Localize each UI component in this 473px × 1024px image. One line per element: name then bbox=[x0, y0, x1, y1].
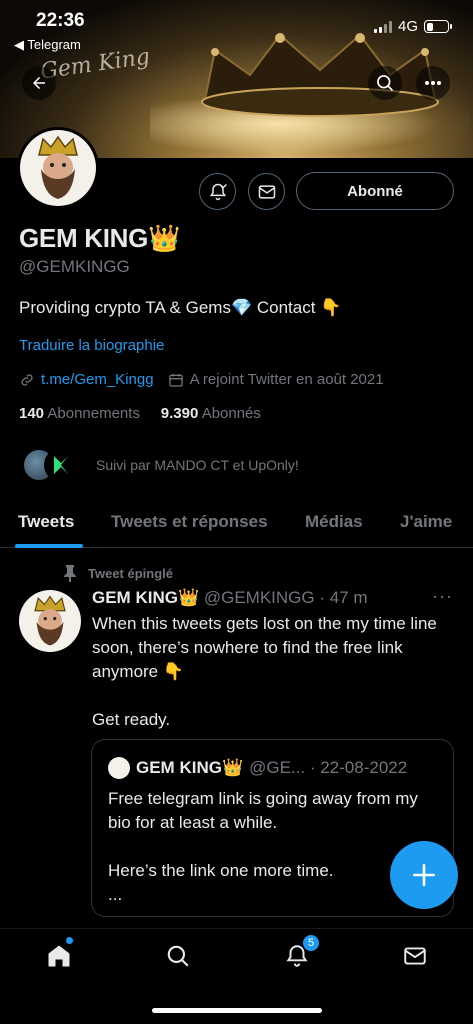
search-icon bbox=[377, 75, 394, 92]
profile-link[interactable]: t.me/Gem_Kingg bbox=[41, 371, 154, 388]
joined-date: A rejoint Twitter en août 2021 bbox=[189, 371, 384, 388]
tweet-more-icon[interactable]: ··· bbox=[432, 586, 453, 607]
nav-home[interactable] bbox=[44, 941, 74, 971]
notifications-toggle-button[interactable] bbox=[199, 173, 236, 210]
following-stat[interactable]: 140 Abonnements bbox=[19, 405, 140, 422]
followers-label: Abonnés bbox=[201, 405, 261, 422]
profile-handle: @GEMKINGG bbox=[19, 257, 130, 276]
quoted-meta: @GE... · 22-08-2022 bbox=[249, 758, 408, 777]
nav-search[interactable] bbox=[163, 941, 193, 971]
king-avatar-icon bbox=[34, 595, 66, 646]
back-to-telegram[interactable]: ◀ Telegram bbox=[14, 37, 81, 53]
nav-messages[interactable] bbox=[400, 941, 430, 971]
home-indicator[interactable] bbox=[152, 1008, 322, 1013]
notifications-badge: 5 bbox=[302, 934, 320, 952]
king-avatar-icon bbox=[38, 135, 78, 199]
followers-stat[interactable]: 9.390 Abonnés bbox=[161, 405, 261, 422]
link-icon bbox=[21, 373, 33, 386]
pinned-label-row: Tweet épinglé bbox=[62, 564, 173, 582]
home-unread-dot bbox=[66, 937, 73, 944]
tab-tweets[interactable]: Tweets bbox=[18, 512, 74, 532]
battery-fill bbox=[426, 22, 433, 31]
envelope-icon bbox=[404, 947, 426, 965]
tab-tweets-replies[interactable]: Tweets et réponses bbox=[111, 512, 268, 532]
envelope-icon bbox=[258, 184, 275, 199]
calendar-icon bbox=[168, 373, 183, 387]
profile-avatar[interactable] bbox=[17, 127, 99, 209]
active-tab-indicator bbox=[15, 544, 83, 548]
network-label: 4G bbox=[397, 18, 418, 35]
tab-likes[interactable]: J'aime bbox=[400, 512, 452, 532]
tab-media[interactable]: Médias bbox=[305, 512, 363, 532]
follow-counts: 140 Abonnements 9.390 Abonnés bbox=[19, 405, 261, 422]
followers-count: 9.390 bbox=[160, 405, 199, 422]
home-icon bbox=[48, 945, 70, 967]
quoted-tweet-header: GEM KING👑 @GE... · 22-08-2022 bbox=[108, 757, 407, 779]
back-arrow-icon bbox=[33, 77, 45, 89]
search-icon bbox=[167, 945, 189, 967]
tweet-author-avatar[interactable] bbox=[19, 590, 81, 652]
profile-meta: t.me/Gem_Kingg A rejoint Twitter en août… bbox=[19, 371, 384, 388]
following-count: 140 bbox=[19, 405, 45, 422]
tweet-author-name[interactable]: GEM KING👑 bbox=[92, 588, 199, 607]
tweet-header: GEM KING👑 @GEMKINGG · 47 m bbox=[92, 588, 368, 608]
translate-bio-link[interactable]: Traduire la biographie bbox=[19, 337, 164, 354]
status-indicators: 4G bbox=[373, 18, 452, 35]
more-options-button[interactable] bbox=[416, 66, 450, 100]
back-button[interactable] bbox=[22, 66, 56, 100]
profile-bio: Providing crypto TA & Gems💎 Contact 👇 bbox=[19, 298, 342, 317]
pin-icon bbox=[64, 565, 76, 582]
profile-name: GEM KING👑 bbox=[19, 223, 181, 253]
compose-tweet-button[interactable] bbox=[390, 841, 458, 909]
quoted-author-name: GEM KING👑 bbox=[136, 758, 244, 777]
message-button[interactable] bbox=[248, 173, 285, 210]
bell-check-icon bbox=[209, 183, 227, 200]
following-label: Abonnements bbox=[47, 405, 140, 422]
pinned-label: Tweet épinglé bbox=[88, 565, 173, 581]
following-button[interactable]: Abonné bbox=[296, 172, 454, 210]
battery-icon bbox=[424, 20, 452, 33]
follower-avatar-uponly bbox=[44, 448, 78, 482]
search-button[interactable] bbox=[368, 66, 402, 100]
followed-by-row[interactable]: Suivi par MANDO CT et UpOnly! bbox=[22, 448, 299, 482]
tweet-text: When this tweets gets lost on the my tim… bbox=[92, 614, 437, 729]
quoted-author-avatar bbox=[108, 757, 130, 779]
profile-tabs: Tweets Tweets et réponses Médias J'aime bbox=[0, 500, 473, 548]
tweet-meta: @GEMKINGG · 47 m bbox=[203, 588, 368, 607]
signal-icon bbox=[373, 20, 392, 33]
crown-image bbox=[201, 33, 439, 117]
status-time: 22:36 bbox=[36, 10, 85, 31]
more-dots-icon bbox=[425, 81, 441, 85]
followed-by-text: Suivi par MANDO CT et UpOnly! bbox=[96, 457, 299, 473]
plus-icon bbox=[412, 863, 436, 887]
